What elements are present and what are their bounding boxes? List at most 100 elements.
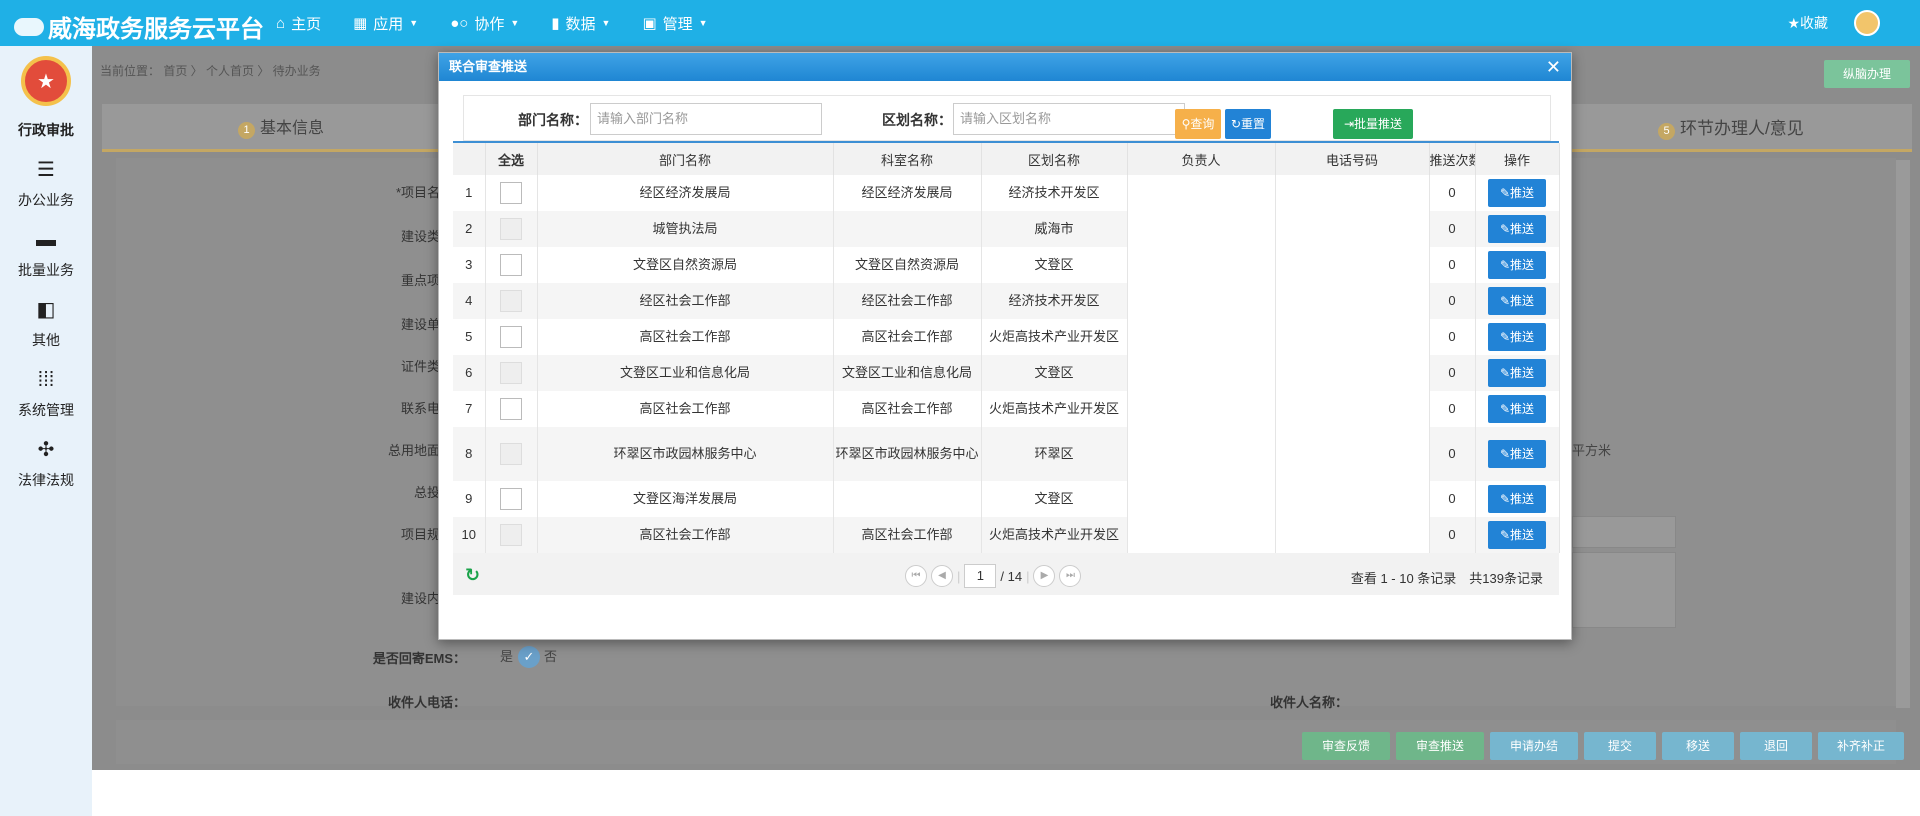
twitter-icon: ◧ [36,299,56,321]
table-row: 4 经区社会工作部 经区社会工作部 经济技术开发区 0 ✎推送 [453,283,1560,319]
dept-cell: 文登区海洋发展局 [537,481,834,517]
app-logo[interactable]: 威海政务服务云平台 [14,9,264,44]
push-button[interactable]: ✎推送 [1488,485,1546,513]
review-push-button[interactable]: 审查推送 [1396,732,1484,760]
pencil-icon: ✎ [1499,402,1511,416]
row-checkbox[interactable] [500,398,522,420]
col-leader: 负责人 [1127,143,1276,175]
row-checkbox-cell [485,211,538,247]
sidebar-item-other[interactable]: ◧ 其他 [0,298,92,350]
table-row: 3 文登区自然资源局 文登区自然资源局 文登区 0 ✎推送 [453,247,1560,283]
ems-no-option[interactable]: 否 [544,646,557,665]
push-button[interactable]: ✎推送 [1488,215,1546,243]
form-field[interactable] [1572,516,1676,548]
row-checkbox[interactable] [500,362,522,384]
row-checkbox-cell [485,481,538,517]
full-handle-button[interactable]: 纵脑办理 [1824,60,1910,88]
action-cell: ✎推送 [1475,481,1560,517]
form-scrollbar[interactable] [1896,160,1910,708]
reset-button[interactable]: ↻重置 [1225,109,1271,139]
push-button[interactable]: ✎推送 [1488,395,1546,423]
apply-finish-button[interactable]: 申请办结 [1490,732,1578,760]
refresh-icon[interactable]: ↻ [465,565,480,586]
push-button[interactable]: ✎推送 [1488,440,1546,468]
table-row: 10 高区社会工作部 高区社会工作部 火炬高技术产业开发区 0 ✎推送 [453,517,1560,553]
first-page-icon[interactable]: ⏮ [905,565,927,587]
next-page-icon[interactable]: ▶ [1033,565,1056,587]
form-label: 项目规 [400,527,440,542]
row-checkbox[interactable] [500,290,522,312]
push-button[interactable]: ✎推送 [1488,323,1546,351]
phone-cell [1275,427,1430,481]
sidebar-item-office[interactable]: ☰ 办公业务 [0,158,92,210]
row-index: 7 [453,391,486,427]
sidebar-item-system[interactable]: ⁞⁞⁞ 系统管理 [0,368,92,420]
sidebar-item-law[interactable]: ✣ 法律法规 [0,438,92,490]
record-info: 查看 1 - 10 条记录 共139条记录 [1350,571,1543,586]
menu-home[interactable]: ⌂ 主页 [260,0,337,46]
col-push-count: 推送次数 [1429,143,1476,175]
district-name-input[interactable]: 请输入区划名称 [953,103,1185,135]
row-index: 1 [453,175,486,211]
table-row: 1 经区经济发展局 经区经济发展局 经济技术开发区 0 ✎推送 [453,175,1560,211]
caret-down-icon: ▼ [409,18,419,28]
district-name-label: 区划名称： [882,112,952,128]
review-feedback-button[interactable]: 审查反馈 [1302,732,1390,760]
step-handler-opinion[interactable]: 5 环节办理人/意见 [1658,114,1804,140]
form-textarea[interactable] [1572,552,1676,628]
submit-button[interactable]: 提交 [1584,732,1656,760]
menu-apps[interactable]: ▦ 应用 ▼ [337,0,434,46]
push-button[interactable]: ✎推送 [1488,287,1546,315]
dept-cell: 环翠区市政园林服务中心 [537,427,834,481]
pencil-icon: ✎ [1499,330,1511,344]
favorite-button[interactable]: ★收藏 [1787,13,1828,33]
ems-yes-option[interactable]: 是 [500,646,513,665]
row-checkbox[interactable] [500,488,522,510]
row-index: 10 [453,517,486,553]
push-button[interactable]: ✎推送 [1488,179,1546,207]
check-radio-icon[interactable]: ✓ [518,646,540,668]
close-icon[interactable]: ✕ [1546,53,1561,81]
count-cell: 0 [1429,355,1476,391]
office-cell: 经区社会工作部 [833,283,982,319]
search-button[interactable]: ⚲查询 [1175,109,1221,139]
row-checkbox[interactable] [500,218,522,240]
prev-page-icon[interactable]: ◀ [931,565,953,587]
district-cell: 文登区 [981,481,1128,517]
page-number-input[interactable]: 1 [964,564,997,588]
leader-cell [1127,211,1276,247]
batch-push-button[interactable]: ⇥批量推送 [1333,109,1413,139]
form-label: 建设单 [400,317,440,332]
row-index: 8 [453,427,486,481]
row-index: 4 [453,283,486,319]
step-basic-info[interactable]: 1 基本信息 [238,114,324,139]
menu-collab[interactable]: ●○ 协作 ▼ [434,0,535,46]
transfer-button[interactable]: 移送 [1662,732,1734,760]
row-checkbox-cell [485,283,538,319]
row-checkbox[interactable] [500,443,522,465]
row-checkbox[interactable] [500,254,522,276]
row-index: 5 [453,319,486,355]
dept-name-input[interactable]: 请输入部门名称 [590,103,822,135]
row-checkbox[interactable] [500,326,522,348]
return-button[interactable]: 退回 [1740,732,1812,760]
select-all-header[interactable]: 全选 [485,143,538,175]
menu-manage[interactable]: ▣ 管理 ▼ [626,0,723,46]
table-footer: ↻ ⏮ ◀ | 1 / 14 | ▶ ⏭ 查看 1 - 10 条记录 共139条… [453,557,1559,595]
user-avatar[interactable] [1854,10,1880,36]
supplement-button[interactable]: 补齐补正 [1818,732,1904,760]
sidebar-item-batch[interactable]: ▬ 批量业务 [0,228,92,280]
menu-data[interactable]: ▮ 数据 ▼ [535,0,626,46]
office-cell: 环翠区市政园林服务中心 [833,427,982,481]
phone-cell [1275,355,1430,391]
last-page-icon[interactable]: ⏭ [1059,565,1082,587]
row-checkbox[interactable] [500,524,522,546]
apps-icon: ⁞⁞⁞ [37,369,55,391]
pencil-icon: ✎ [1499,186,1511,200]
push-button[interactable]: ✎推送 [1488,359,1546,387]
row-checkbox[interactable] [500,182,522,204]
push-button[interactable]: ✎推送 [1488,521,1546,549]
push-button[interactable]: ✎推送 [1488,251,1546,279]
sidebar-title[interactable]: 行政审批 [0,120,92,140]
table-row: 5 高区社会工作部 高区社会工作部 火炬高技术产业开发区 0 ✎推送 [453,319,1560,355]
